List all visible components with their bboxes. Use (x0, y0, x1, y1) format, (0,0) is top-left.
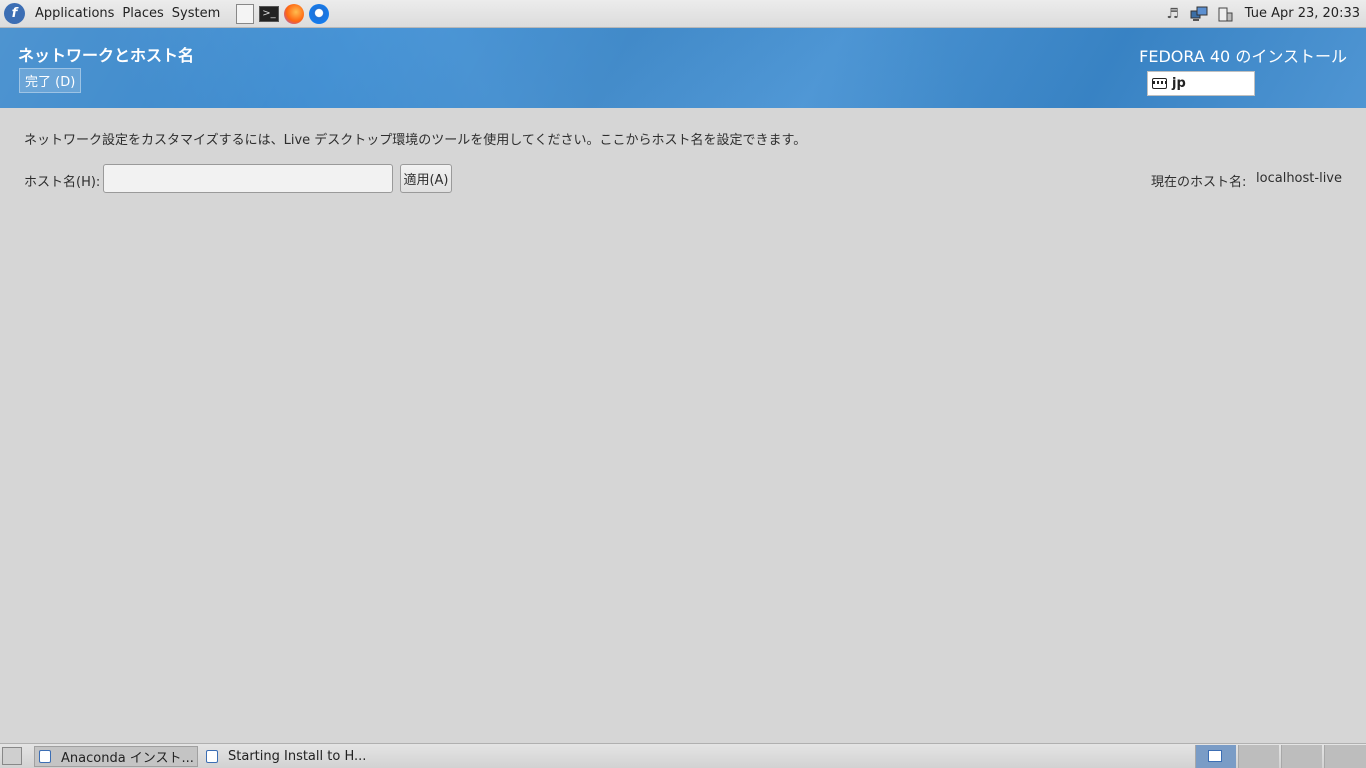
workspace-2[interactable] (1238, 745, 1279, 768)
hostname-input[interactable] (103, 164, 393, 193)
firefox-icon[interactable] (284, 3, 305, 24)
current-hostname-label: 現在のホスト名: (1151, 175, 1247, 190)
taskbar-item-label: Starting Install to H... (228, 749, 367, 764)
show-desktop-icon[interactable] (2, 747, 22, 765)
anaconda-icon (206, 750, 218, 763)
apply-button[interactable]: 適用(A) (400, 164, 452, 193)
workspace-3[interactable] (1281, 745, 1322, 768)
thunderbird-icon[interactable] (309, 3, 330, 24)
power-icon[interactable] (1215, 5, 1235, 23)
menu-applications[interactable]: Applications (31, 6, 118, 21)
done-button[interactable]: 完了 (D) (19, 68, 82, 93)
terminal-icon[interactable]: >_ (259, 5, 280, 22)
bottom-panel: Anaconda インスト... Starting Install to H..… (0, 743, 1366, 768)
current-hostname-value: localhost-live (1256, 171, 1342, 186)
keyboard-icon (1152, 78, 1167, 89)
menu-system[interactable]: System (168, 6, 224, 21)
workspace-4[interactable] (1324, 745, 1366, 768)
files-icon[interactable] (236, 3, 255, 24)
network-icon[interactable] (1189, 5, 1209, 23)
intro-text: ネットワーク設定をカスタマイズするには、Live デスクトップ環境のツールを使用… (24, 133, 807, 148)
anaconda-header: ネットワークとホスト名 完了 (D) FEDORA 40 のインストール jp (0, 28, 1366, 108)
hostname-label: ホスト名(H): (24, 175, 101, 190)
workspace-1[interactable] (1195, 745, 1236, 768)
clock[interactable]: Tue Apr 23, 20:33 (1245, 6, 1360, 21)
taskbar-item-label: Anaconda インスト... (61, 751, 194, 766)
volume-icon[interactable]: ♬ (1163, 5, 1183, 23)
page-title: ネットワークとホスト名 (18, 46, 195, 65)
top-panel: f Applications Places System >_ ♬ Tue Ap… (0, 0, 1366, 28)
menu-places[interactable]: Places (118, 6, 167, 21)
product-title: FEDORA 40 のインストール (1139, 47, 1347, 66)
keyboard-layout-indicator[interactable]: jp (1147, 71, 1255, 96)
fedora-logo-icon[interactable]: f (4, 3, 25, 24)
taskbar-item-install[interactable]: Starting Install to H... (202, 746, 382, 767)
taskbar-item-anaconda[interactable]: Anaconda インスト... (34, 746, 198, 767)
anaconda-icon (39, 750, 51, 763)
keyboard-layout-label: jp (1172, 76, 1186, 91)
window-thumbnail (1208, 750, 1222, 762)
